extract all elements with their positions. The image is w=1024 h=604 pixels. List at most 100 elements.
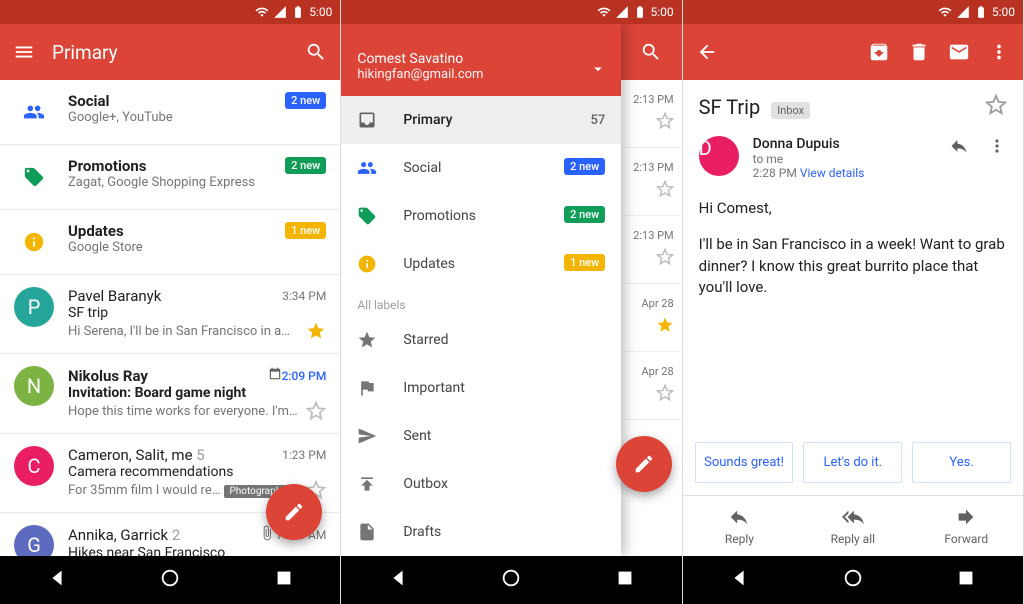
search-icon — [640, 41, 662, 63]
phone-message: 5:00 SF Trip Inbox D Donna Dupuis to me … — [683, 0, 1024, 604]
sender-name: Pavel Baranyk — [68, 287, 282, 305]
flag-icon — [357, 378, 379, 398]
star-button[interactable] — [306, 321, 326, 341]
drawer-label: Sent — [403, 428, 605, 444]
new-badge: 1 new — [285, 222, 326, 239]
compose-fab[interactable] — [616, 436, 672, 492]
new-badge: 2 new — [564, 206, 605, 223]
message-time: 3:34 PM — [282, 289, 326, 303]
people-icon — [357, 158, 379, 178]
recent-nav[interactable] — [614, 567, 636, 593]
status-bar: 5:00 — [0, 0, 340, 24]
account-header[interactable]: Comest Savatino hikingfan@gmail.com — [341, 24, 621, 96]
star-button[interactable] — [306, 401, 326, 421]
drawer-item-updates[interactable]: Updates1 new — [341, 240, 621, 288]
star-button[interactable] — [656, 112, 674, 134]
message-row[interactable]: PPavel Baranyk3:34 PMSF tripHi Serena, I… — [0, 275, 340, 354]
drawer-label: Primary — [403, 112, 566, 128]
forward-action[interactable]: Forward — [910, 496, 1023, 556]
category-social[interactable]: SocialGoogle+, YouTube2 new — [0, 80, 340, 145]
back-button[interactable] — [695, 40, 719, 64]
archive-button[interactable] — [867, 40, 891, 64]
more-icon-button[interactable] — [973, 141, 1007, 160]
star-button[interactable] — [656, 384, 674, 406]
mark-unread-button[interactable] — [947, 40, 971, 64]
compose-fab[interactable] — [266, 484, 322, 540]
tag-icon — [14, 157, 54, 197]
smart-reply-button[interactable]: Yes. — [912, 442, 1011, 483]
smart-replies: Sounds great!Let's do it.Yes. — [683, 430, 1023, 495]
drawer-item-promotions[interactable]: Promotions2 new — [341, 192, 621, 240]
star-outline-icon — [985, 94, 1007, 116]
star-button[interactable] — [656, 248, 674, 270]
status-time: 5:00 — [992, 5, 1015, 19]
back-nav[interactable] — [728, 567, 750, 593]
message-preview: For 35mm film I would re…Photography — [68, 483, 300, 498]
delete-button[interactable] — [907, 40, 931, 64]
smart-reply-button[interactable]: Let's do it. — [803, 442, 902, 483]
category-title: Updates — [68, 222, 271, 240]
menu-button[interactable] — [12, 40, 36, 64]
recent-nav[interactable] — [955, 567, 977, 593]
star-button[interactable] — [985, 94, 1007, 120]
wifi-icon — [255, 5, 269, 19]
new-badge: 1 new — [564, 254, 605, 271]
sender-avatar[interactable]: N — [14, 366, 54, 406]
reply-all-action[interactable]: Reply all — [796, 496, 909, 556]
sender-avatar[interactable]: D — [699, 136, 739, 176]
view-details-link[interactable]: View details — [800, 166, 865, 180]
home-nav[interactable] — [842, 567, 864, 593]
page-title: Primary — [52, 41, 288, 64]
send-icon — [357, 426, 379, 446]
drawer-item-outbox[interactable]: Outbox — [341, 460, 621, 508]
drawer-label: Drafts — [403, 524, 605, 540]
drawer-item-drafts[interactable]: Drafts — [341, 508, 621, 556]
android-nav-bar — [341, 556, 681, 604]
obscured-time: Apr 28 — [641, 365, 673, 378]
reply-icon-button[interactable] — [935, 141, 969, 160]
category-title: Social — [68, 92, 271, 110]
home-nav[interactable] — [500, 567, 522, 593]
search-button[interactable] — [304, 40, 328, 64]
sender-avatar[interactable]: P — [14, 287, 54, 327]
reply-icon — [949, 136, 969, 156]
recent-nav[interactable] — [273, 567, 295, 593]
sender-avatar[interactable]: C — [14, 446, 54, 486]
account-name: Comest Savatino — [357, 51, 605, 67]
battery-icon — [974, 5, 988, 19]
reply-action[interactable]: Reply — [683, 496, 796, 556]
outbox-icon — [357, 474, 379, 494]
drawer-item-primary[interactable]: Primary57 — [341, 96, 621, 144]
star-button[interactable] — [656, 316, 674, 338]
message-subject: Hikes near San Francisco — [68, 545, 326, 556]
obscured-row: 2:13 PM — [620, 80, 682, 148]
category-promotions[interactable]: PromotionsZagat, Google Shopping Express… — [0, 145, 340, 210]
smart-reply-button[interactable]: Sounds great! — [695, 442, 794, 483]
sender-name: Annika, Garrick 2 — [68, 526, 259, 544]
back-nav[interactable] — [46, 567, 68, 593]
app-bar — [683, 24, 1023, 80]
status-time: 5:00 — [309, 5, 332, 19]
star-button[interactable] — [656, 180, 674, 202]
drawer-item-starred[interactable]: Starred — [341, 316, 621, 364]
obscured-time: 2:13 PM — [633, 161, 673, 174]
sender-row: D Donna Dupuis to me 2:28 PM View detail… — [683, 130, 1023, 190]
home-nav[interactable] — [159, 567, 181, 593]
drawer-item-important[interactable]: Important — [341, 364, 621, 412]
back-nav[interactable] — [387, 567, 409, 593]
category-sub: Zagat, Google Shopping Express — [68, 175, 271, 190]
drawer-item-social[interactable]: Social2 new — [341, 144, 621, 192]
category-updates[interactable]: UpdatesGoogle Store1 new — [0, 210, 340, 275]
account-dropdown[interactable] — [589, 60, 607, 82]
phone-drawer: 5:00 2:13 PM2:13 PM2:13 PMApr 28Apr 28 C… — [341, 0, 682, 604]
trash-icon — [908, 41, 930, 63]
message-row[interactable]: NNikolus Ray 2:09 PMInvitation: Board ga… — [0, 354, 340, 434]
search-button-visible[interactable] — [620, 24, 682, 80]
drawer-item-sent[interactable]: Sent — [341, 412, 621, 460]
overflow-button[interactable] — [987, 40, 1011, 64]
message-subject: Camera recommendations — [68, 464, 326, 480]
sender-avatar[interactable]: G — [14, 525, 54, 556]
people-icon — [14, 92, 54, 132]
battery-icon — [633, 5, 647, 19]
drawer-label: Outbox — [403, 476, 605, 492]
